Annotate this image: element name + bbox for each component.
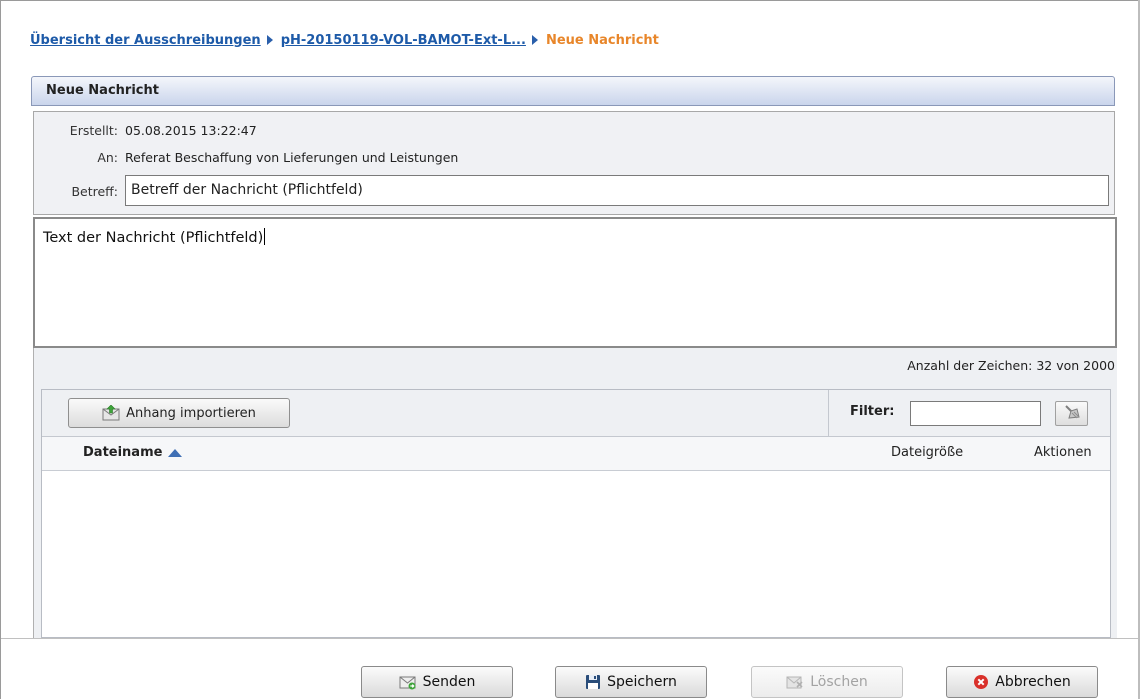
filter-label: Filter: [850,404,895,419]
panel-title: Neue Nachricht [31,76,1115,106]
envelope-import-icon [102,405,120,421]
import-attachment-label: Anhang importieren [126,405,256,421]
window-border-top [0,0,1140,1]
cancel-button[interactable]: Abbrechen [946,666,1098,698]
breadcrumb: Übersicht der Ausschreibungen pH-2015011… [30,31,659,49]
delete-document-icon [786,674,804,690]
delete-button[interactable]: Löschen [751,666,903,698]
save-label: Speichern [607,674,677,690]
subject-input[interactable]: Betreff der Nachricht (Pflichtfeld) [125,175,1109,206]
subject-label: Betreff: [71,183,118,199]
filter-input[interactable] [910,401,1041,426]
envelope-send-icon [399,675,417,690]
toolbar-divider [828,390,829,436]
created-label: Erstellt: [69,122,118,138]
footer-divider [1,638,1138,639]
recipient-label: An: [97,149,118,165]
breadcrumb-separator-icon [531,35,538,45]
send-button[interactable]: Senden [361,666,513,698]
broom-icon [1063,404,1081,424]
recipient-row: An: Referat Beschaffung von Lieferungen … [34,148,458,166]
breadcrumb-current: Neue Nachricht [545,32,659,48]
created-row: Erstellt: 05.08.2015 13:22:47 [34,121,257,139]
filter-clear-button[interactable] [1055,401,1088,426]
breadcrumb-tender-link[interactable]: pH-20150119-VOL-BAMOT-Ext-L... [281,33,526,48]
message-meta: Erstellt: 05.08.2015 13:22:47 An: Refera… [33,111,1115,215]
column-header-actions: Aktionen [1034,445,1092,460]
attachments-toolbar: Anhang importieren Filter: [42,390,1110,437]
char-count: Anzahl der Zeichen: 32 von 2000 [907,358,1115,373]
breadcrumb-overview-link[interactable]: Übersicht der Ausschreibungen [30,33,261,48]
sort-ascending-icon [168,448,183,457]
breadcrumb-separator-icon [266,35,273,45]
floppy-disk-icon [585,674,601,690]
delete-label: Löschen [810,674,868,690]
red-x-circle-icon [973,674,989,690]
column-header-filename[interactable]: Dateiname [83,445,183,460]
send-label: Senden [422,674,476,690]
cancel-label: Abbrechen [995,674,1071,690]
recipient-value: Referat Beschaffung von Lieferungen und … [125,149,459,165]
window-border-left [0,0,1,699]
message-textarea[interactable]: Text der Nachricht (Pflichtfeld) [33,217,1117,348]
created-value: 05.08.2015 13:22:47 [125,122,257,138]
attachments-panel: Anhang importieren Filter: Dateiname Dat… [41,389,1111,638]
text-caret [264,228,266,245]
save-button[interactable]: Speichern [555,666,707,698]
column-header-filename-label: Dateiname [83,445,163,460]
subject-row: Betreff: [34,182,118,200]
import-attachment-button[interactable]: Anhang importieren [68,398,290,428]
column-header-filesize[interactable]: Dateigröße [891,445,963,460]
attachments-table-header: Dateiname Dateigröße Aktionen [42,437,1110,471]
message-text: Text der Nachricht (Pflichtfeld) [43,230,264,246]
